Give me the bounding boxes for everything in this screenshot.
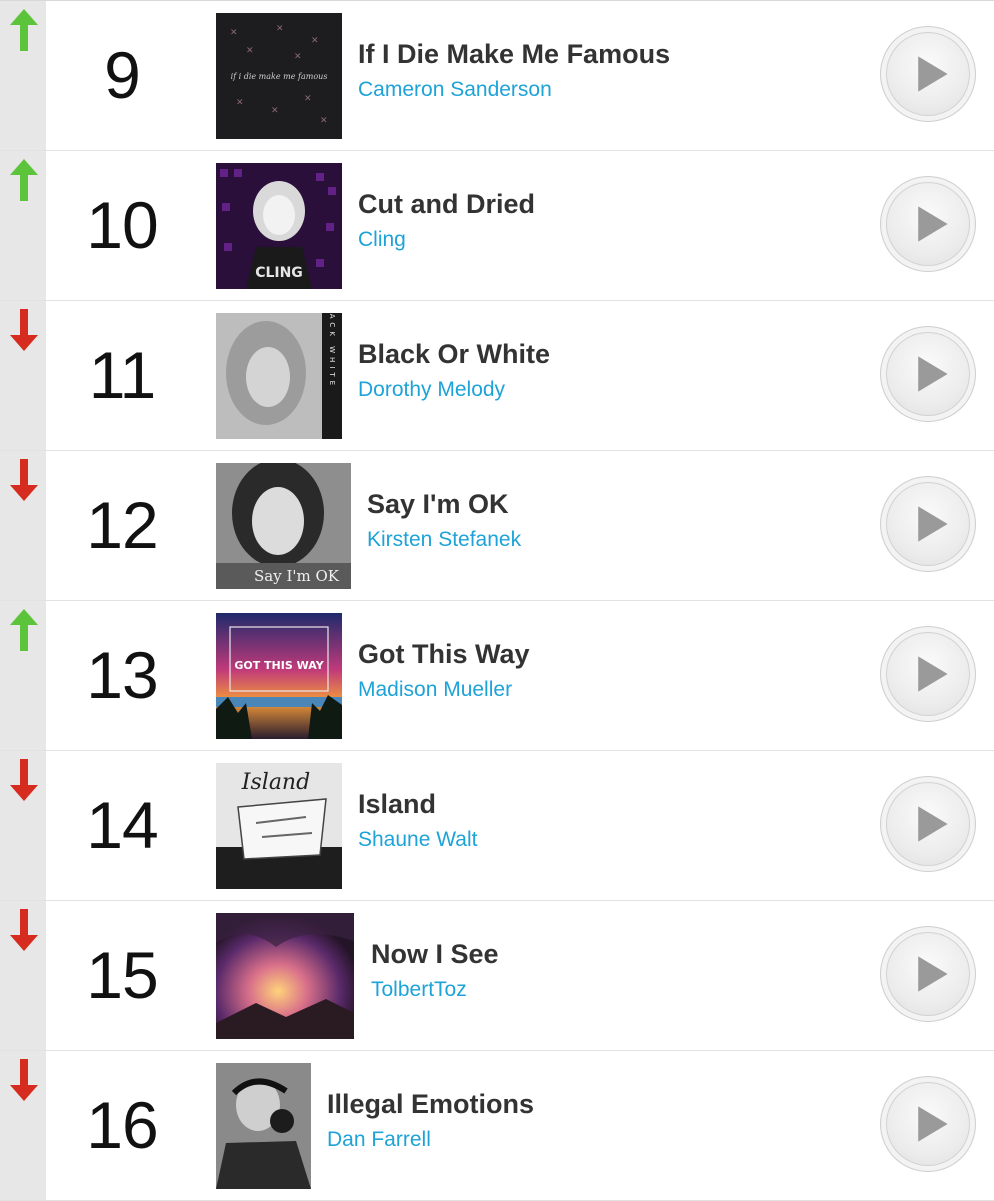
rank-number: 10 — [86, 188, 158, 262]
art-caption: Island — [241, 770, 310, 795]
track-info: Illegal Emotions Dan Farrell — [327, 1089, 534, 1152]
chart-row: 14 Island Island Shaune Walt — [0, 751, 994, 901]
svg-text:✕: ✕ — [230, 28, 238, 38]
play-button[interactable] — [880, 26, 976, 122]
rank-number: 16 — [86, 1088, 158, 1162]
play-icon — [918, 656, 948, 692]
play-button[interactable] — [880, 476, 976, 572]
svg-text:✕: ✕ — [294, 52, 302, 62]
track-title[interactable]: Say I'm OK — [367, 489, 521, 520]
artist-link[interactable]: Cling — [358, 228, 535, 252]
svg-text:✕: ✕ — [304, 94, 312, 104]
play-button[interactable] — [880, 926, 976, 1022]
track-title[interactable]: If I Die Make Me Famous — [358, 39, 670, 70]
track-info: Black Or White Dorothy Melody — [358, 339, 550, 402]
track-info: Say I'm OK Kirsten Stefanek — [367, 489, 521, 552]
chart-row: 12 Say I'm OK Say I'm OK Kirsten Stefane… — [0, 451, 994, 601]
play-icon — [918, 806, 948, 842]
arrow-down-icon — [10, 459, 38, 501]
rank-number: 9 — [104, 38, 141, 112]
album-art[interactable] — [216, 1063, 311, 1189]
arrow-up-icon — [10, 9, 38, 51]
chart-row: 16 Illegal Emotions Dan Farrell — [0, 1051, 994, 1201]
play-icon — [918, 956, 948, 992]
svg-text:✕: ✕ — [311, 36, 319, 46]
trend-column — [0, 901, 46, 1050]
chart-list: 9 ✕ ✕ ✕ ✕ ✕ ✕ ✕ ✕ ✕ if i die make me famous If… — [0, 0, 994, 1201]
artist-link[interactable]: Madison Mueller — [358, 678, 530, 702]
play-button[interactable] — [880, 1076, 976, 1172]
trend-column — [0, 151, 46, 300]
track-title[interactable]: Illegal Emotions — [327, 1089, 534, 1120]
svg-text:✕: ✕ — [320, 116, 328, 126]
arrow-down-icon — [10, 909, 38, 951]
play-button[interactable] — [880, 776, 976, 872]
rank-number: 11 — [88, 338, 157, 412]
album-art[interactable]: CLING — [216, 163, 342, 289]
arrow-down-icon — [10, 1059, 38, 1101]
track-info: Cut and Dried Cling — [358, 189, 535, 252]
play-icon — [918, 206, 948, 242]
art-caption: BLACK WHITE — [328, 313, 336, 389]
play-icon — [918, 506, 948, 542]
album-art[interactable]: ✕ ✕ ✕ ✕ ✕ ✕ ✕ ✕ ✕ if i die make me famous — [216, 13, 342, 139]
arrow-up-icon — [10, 609, 38, 651]
trend-column — [0, 601, 46, 750]
track-title[interactable]: Got This Way — [358, 639, 530, 670]
chart-row: 9 ✕ ✕ ✕ ✕ ✕ ✕ ✕ ✕ ✕ if i die make me famous If… — [0, 1, 994, 151]
chart-row: 11 BLACK WHITE Black Or White Dorothy Me… — [0, 301, 994, 451]
trend-column — [0, 1, 46, 150]
artist-link[interactable]: Shaune Walt — [358, 828, 477, 852]
svg-text:✕: ✕ — [276, 24, 284, 34]
svg-text:✕: ✕ — [271, 106, 279, 116]
track-title[interactable]: Island — [358, 789, 477, 820]
trend-column — [0, 301, 46, 450]
svg-text:✕: ✕ — [236, 98, 244, 108]
svg-text:✕: ✕ — [246, 46, 254, 56]
track-info: Island Shaune Walt — [358, 789, 477, 852]
artist-link[interactable]: TolbertToz — [371, 978, 499, 1002]
album-art[interactable]: BLACK WHITE — [216, 313, 342, 439]
track-info: If I Die Make Me Famous Cameron Sanderso… — [358, 39, 670, 102]
arrow-down-icon — [10, 309, 38, 351]
rank-number: 13 — [86, 638, 158, 712]
art-caption: if i die make me famous — [231, 72, 328, 81]
track-title[interactable]: Black Or White — [358, 339, 550, 370]
art-caption: CLING — [255, 265, 303, 281]
arrow-down-icon — [10, 759, 38, 801]
trend-column — [0, 451, 46, 600]
artist-link[interactable]: Dorothy Melody — [358, 378, 550, 402]
play-icon — [918, 1106, 948, 1142]
artist-link[interactable]: Cameron Sanderson — [358, 78, 670, 102]
artist-link[interactable]: Kirsten Stefanek — [367, 528, 521, 552]
chart-row: 15 Now I See TolbertToz — [0, 901, 994, 1051]
trend-column — [0, 751, 46, 900]
play-icon — [918, 356, 948, 392]
track-info: Got This Way Madison Mueller — [358, 639, 530, 702]
play-icon — [918, 56, 948, 92]
trend-column — [0, 1051, 46, 1200]
track-info: Now I See TolbertToz — [371, 939, 499, 1002]
rank-number: 14 — [86, 788, 158, 862]
album-art[interactable]: Island — [216, 763, 342, 889]
chart-row: 10 CLING Cut and Dried Cling — [0, 151, 994, 301]
artist-link[interactable]: Dan Farrell — [327, 1128, 534, 1152]
rank-number: 15 — [86, 938, 158, 1012]
play-button[interactable] — [880, 626, 976, 722]
arrow-up-icon — [10, 159, 38, 201]
album-art[interactable]: GOT THIS WAY — [216, 613, 342, 739]
chart-row: 13 GOT THIS WAY Got This Way Madison Mue — [0, 601, 994, 751]
art-caption: GOT THIS WAY — [234, 659, 324, 672]
track-title[interactable]: Cut and Dried — [358, 189, 535, 220]
art-caption: Say I'm OK — [254, 567, 340, 585]
track-title[interactable]: Now I See — [371, 939, 499, 970]
play-button[interactable] — [880, 176, 976, 272]
play-button[interactable] — [880, 326, 976, 422]
album-art[interactable] — [216, 913, 354, 1039]
rank-number: 12 — [86, 488, 158, 562]
album-art[interactable]: Say I'm OK — [216, 463, 351, 589]
